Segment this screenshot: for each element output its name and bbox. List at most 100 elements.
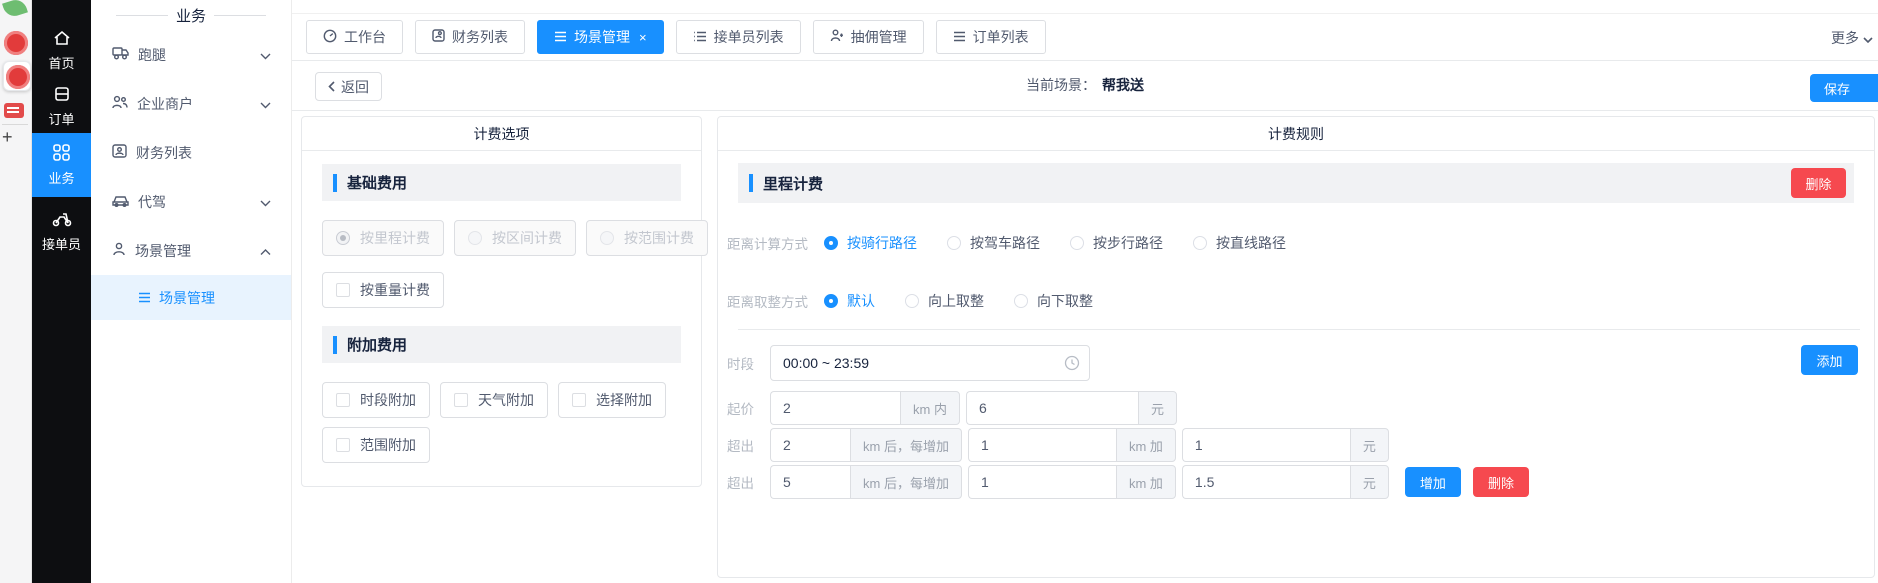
checkbox-time-extra[interactable]: 时段附加 (322, 382, 430, 418)
nav-item-orders[interactable]: 订单 (32, 78, 91, 124)
delete-tier-button[interactable]: 删除 (1473, 467, 1529, 497)
chevron-left-icon (328, 79, 335, 95)
tab-order-list[interactable]: 订单列表 (936, 20, 1046, 54)
scooter-icon (52, 211, 72, 230)
scene-toolbar: 返回 当前场景：帮我送 保存 (292, 61, 1878, 111)
extra-fee-section-header: 附加费用 (322, 326, 681, 363)
radio-icon (600, 231, 614, 245)
submenu-item-scene[interactable]: 场景管理 (91, 226, 291, 275)
time-period-row: 时段 添加 (727, 345, 1864, 381)
strip-divider (2, 124, 28, 125)
radio-round-up[interactable]: 向上取整 (905, 291, 984, 311)
business-submenu: 业务 跑腿 企业商户 财务列表 代驾 场景管理 场景管理 (91, 0, 292, 583)
fee-row-exceed-1: 超出 km 后，每增加 km 加 元 (727, 428, 1864, 462)
nav-item-home[interactable]: 首页 (32, 22, 91, 68)
list-icon (138, 290, 151, 306)
grid-icon (53, 144, 70, 164)
exceed-step-group: km 加 (968, 465, 1176, 499)
submenu-item-driving[interactable]: 代驾 (91, 177, 291, 226)
km-after-addon: km 后，每增加 (850, 428, 962, 462)
submenu-subitem-scene-management[interactable]: 场景管理 (91, 275, 291, 320)
base-distance-input[interactable] (770, 391, 900, 425)
km-after-addon: km 后，每增加 (850, 465, 962, 499)
radio-round-default[interactable]: 默认 (824, 291, 875, 311)
checkbox-select-extra[interactable]: 选择附加 (558, 382, 666, 418)
radio-icon (824, 236, 838, 250)
billing-options-card: 计费选项 基础费用 按里程计费 按区间计费 按范围计费 (301, 116, 702, 487)
exceed-price-input[interactable] (1182, 428, 1350, 462)
radio-by-mileage[interactable]: 按里程计费 (322, 220, 444, 256)
radio-icon (905, 294, 919, 308)
km-add-addon: km 加 (1116, 465, 1176, 499)
exceed-price-group: 元 (1182, 428, 1389, 462)
checkbox-range-extra[interactable]: 范围附加 (322, 427, 430, 463)
exceed-distance-input[interactable] (770, 428, 850, 462)
base-fee-radio-row: 按里程计费 按区间计费 按范围计费 (322, 220, 681, 256)
screen: + 首页 订单 业务 接单员 业务 跑腿 企业商户 (0, 0, 1878, 583)
list-icon (554, 29, 567, 45)
tab-courier-list[interactable]: 接单员列表 (676, 20, 801, 54)
save-button[interactable]: 保存 (1810, 74, 1878, 102)
submenu-title: 业务 (91, 0, 291, 30)
yuan-addon: 元 (1350, 465, 1389, 499)
radio-riding-route[interactable]: 按骑行路径 (824, 233, 917, 253)
submenu-item-finance[interactable]: 财务列表 (91, 128, 291, 177)
clock-icon (1064, 355, 1080, 371)
car-icon (112, 194, 129, 210)
tab-finance-list[interactable]: 财务列表 (415, 20, 525, 54)
selected-app-card[interactable] (3, 61, 31, 91)
nav-item-business[interactable]: 业务 (32, 133, 91, 197)
exceed-step-input[interactable] (968, 428, 1116, 462)
list-check-icon (693, 29, 707, 45)
billing-options-title: 计费选项 (302, 117, 701, 151)
weight-checkbox-row: 按重量计费 (322, 272, 681, 308)
radio-straight-route[interactable]: 按直线路径 (1193, 233, 1286, 253)
submenu-item-merchants[interactable]: 企业商户 (91, 79, 291, 128)
user-icon (112, 242, 126, 259)
exceed-step-input[interactable] (968, 465, 1116, 499)
truck-icon (112, 46, 129, 63)
radio-round-down[interactable]: 向下取整 (1014, 291, 1093, 311)
more-tabs-button[interactable]: 更多 (1831, 28, 1873, 48)
exceed-price-input[interactable] (1182, 465, 1350, 499)
exceed-step-group: km 加 (968, 428, 1176, 462)
submenu-item-errand[interactable]: 跑腿 (91, 30, 291, 79)
wallet-icon (432, 29, 445, 45)
tab-workbench[interactable]: 工作台 (306, 20, 403, 54)
rules-divider (738, 329, 1860, 330)
add-time-period-button[interactable]: 添加 (1801, 345, 1858, 375)
close-icon[interactable]: × (639, 30, 647, 45)
radio-driving-route[interactable]: 按驾车路径 (947, 233, 1040, 253)
delete-mileage-button[interactable]: 删除 (1791, 168, 1846, 198)
exceed-distance-input[interactable] (770, 465, 850, 499)
add-tier-button[interactable]: 增加 (1405, 467, 1461, 497)
nav-rail: 首页 订单 业务 接单员 (32, 0, 91, 583)
checkbox-by-weight[interactable]: 按重量计费 (322, 272, 444, 308)
tab-scene-management[interactable]: 场景管理 × (537, 20, 664, 54)
exceed-price-group: 元 (1182, 465, 1389, 499)
list-icon (953, 29, 966, 45)
fee-row-exceed-2: 超出 km 后，每增加 km 加 元 增加 删除 (727, 465, 1864, 499)
back-button[interactable]: 返回 (315, 72, 382, 101)
tab-bar: 工作台 财务列表 场景管理 × 接单员列表 抽佣管理 订单列表 (292, 14, 1878, 61)
distance-round-row: 距离取整方式 默认 向上取整 向下取整 (727, 290, 1864, 312)
extra-checkbox-row-2: 范围附加 (322, 427, 681, 463)
extra-checkbox-row-1: 时段附加 天气附加 选择附加 (322, 382, 681, 418)
radio-icon (1070, 236, 1084, 250)
red-app-icon (6, 65, 30, 89)
time-range-input[interactable] (770, 345, 1090, 381)
id-card-icon (112, 144, 127, 161)
checkbox-weather-extra[interactable]: 天气附加 (440, 382, 548, 418)
radio-icon (824, 294, 838, 308)
base-price-input[interactable] (966, 391, 1138, 425)
checkbox-icon (336, 283, 350, 297)
red-app-icon[interactable] (4, 31, 28, 55)
pdf-doc-icon[interactable] (4, 103, 24, 118)
tab-commission[interactable]: 抽佣管理 (813, 20, 924, 54)
radio-by-interval[interactable]: 按区间计费 (454, 220, 576, 256)
chevron-down-icon (1863, 30, 1873, 46)
radio-walking-route[interactable]: 按步行路径 (1070, 233, 1163, 253)
nav-item-couriers[interactable]: 接单员 (32, 203, 91, 251)
plus-icon[interactable]: + (2, 127, 13, 148)
radio-by-range[interactable]: 按范围计费 (586, 220, 708, 256)
